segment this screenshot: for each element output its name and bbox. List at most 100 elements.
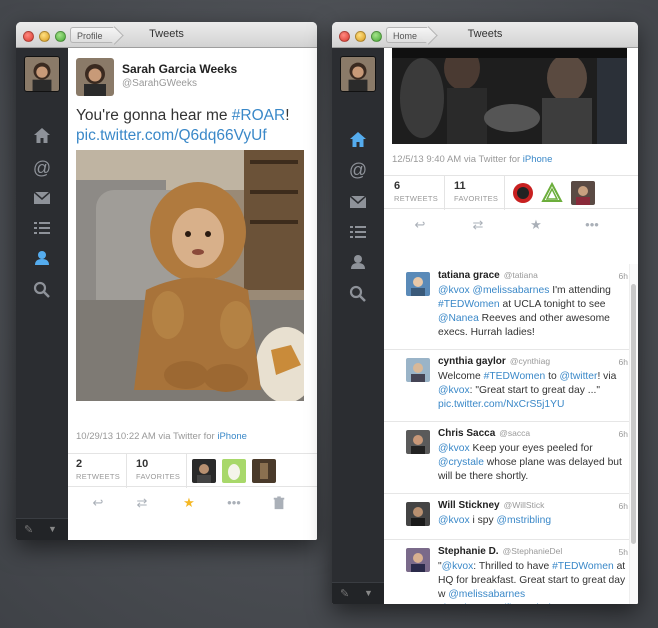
tweet-time[interactable]: 6h [619,429,628,439]
list-icon[interactable] [348,222,368,242]
retweets-stat[interactable]: 6 RETWEETS [394,180,438,203]
author-name[interactable]: Chris Sacca [438,428,495,439]
at-icon[interactable]: @ [348,160,368,180]
tweet-time[interactable]: 5h [619,547,628,557]
home-icon[interactable] [32,126,52,146]
entity-link[interactable]: #TEDWomen [552,561,614,572]
entity-link[interactable]: pic.twitter.com/fhE48dtEl1 [438,603,556,604]
person-icon[interactable] [32,248,52,268]
tweet-author-name[interactable]: tatiana grace @tatiana [438,270,538,281]
star-icon[interactable]: ★ [528,217,544,233]
timeline-tweet[interactable]: Chris Sacca @sacca 6h @kvox Keep your eyes … [384,422,638,494]
titlebar[interactable]: Home Tweets [332,22,638,48]
home-icon[interactable] [348,130,368,150]
home-window: Home Tweets @ ✎ ▼ 12/5/13 9:40 AM via Tw… [332,22,638,604]
tweet-avatar[interactable] [406,430,430,454]
favoriter-avatar[interactable] [511,181,535,205]
compose-icon[interactable]: ✎ [24,523,38,537]
at-icon[interactable]: @ [32,158,52,178]
favoriter-avatar[interactable] [222,459,246,483]
tweet-author-name[interactable]: Stephanie D. @StephanieDel [438,546,562,557]
entity-link[interactable]: @kvox [438,385,470,396]
retweets-stat[interactable]: 2 RETWEETS [76,458,120,481]
favoriter-avatar[interactable] [540,181,564,205]
retweet-icon[interactable]: ⇄ [134,495,150,511]
author-name[interactable]: cynthia gaylor [438,356,506,367]
envelope-icon[interactable] [348,192,368,212]
search-icon[interactable] [348,284,368,304]
entity-link[interactable]: @mstribling [497,515,552,526]
titlebar[interactable]: Profile Tweets [16,22,317,48]
author-name[interactable]: Will Stickney [438,500,500,511]
tweet-author-name[interactable]: Will Stickney @WillStick [438,500,544,511]
reply-icon[interactable]: ↩ [412,217,428,233]
search-icon[interactable] [32,280,52,300]
client-link[interactable]: iPhone [217,431,247,442]
author-handle[interactable]: @WillStick [504,500,545,510]
account-avatar[interactable] [24,56,60,92]
timeline-tweet[interactable]: Stephanie D. @StephanieDel 5h " @kvox: Thril… [384,540,638,604]
favoriter-avatar[interactable] [192,459,216,483]
timeline-tweet[interactable]: Will Stickney @WillStick 6h @kvox i spy @ms… [384,494,638,540]
entity-link[interactable]: @kvox [438,285,470,296]
favoriter-avatar[interactable] [252,459,276,483]
entity-link[interactable]: @Nanea [438,313,479,324]
entity-link[interactable]: @kvox [438,515,470,526]
favorites-stat[interactable]: 11 FAVORITES [454,180,498,203]
tweet-timestamp[interactable]: 12/5/13 9:40 AM [392,154,461,165]
tweet-time[interactable]: 6h [619,271,628,281]
timeline-tweet[interactable]: cynthia gaylor @cynthiag 6h Welcome #TEDWom… [384,350,638,422]
media-link[interactable]: pic.twitter.com/Q6dq66VyUf [76,127,267,144]
trash-icon[interactable] [271,495,287,511]
tweet-text: @kvox @melissabarnes I'm attending #TEDW… [438,284,628,340]
compose-icon[interactable]: ✎ [340,587,354,601]
tweet-avatar[interactable] [406,358,430,382]
tweet-time[interactable]: 6h [619,501,628,511]
chevron-down-icon[interactable]: ▼ [48,524,57,534]
more-icon[interactable]: ••• [584,217,600,233]
tweet-time[interactable]: 6h [619,357,628,367]
author-handle[interactable]: @StephanieDel [503,546,563,556]
entity-link[interactable]: @melissabarnes [473,285,550,296]
entity-link[interactable]: @twitter [560,371,598,382]
timeline-tweet[interactable]: tatiana grace @tatiana 6h @kvox @melissabar… [384,264,638,350]
favorites-stat[interactable]: 10 FAVORITES [136,458,180,481]
list-icon[interactable] [32,218,52,238]
tweet-author[interactable]: Sarah Garcia Weeks @SarahGWeeks [76,58,309,98]
author-handle[interactable]: @cynthiag [510,356,550,366]
tweet-timestamp[interactable]: 10/29/13 10:22 AM [76,431,156,442]
tweet-author-name[interactable]: Chris Sacca @sacca [438,428,530,439]
tweet-photo[interactable] [392,48,627,144]
retweet-icon[interactable]: ⇄ [470,217,486,233]
client-link[interactable]: iPhone [523,154,553,165]
entity-link[interactable]: #TEDWomen [438,299,500,310]
more-icon[interactable]: ••• [226,495,242,511]
reply-icon[interactable]: ↩ [90,495,106,511]
tweet-author-name[interactable]: cynthia gaylor @cynthiag [438,356,550,367]
account-avatar[interactable] [340,56,376,92]
author-name[interactable]: tatiana grace [438,270,500,281]
author-handle[interactable]: @tatiana [504,270,538,280]
entity-link[interactable]: pic.twitter.com/NxCrS5j1YU [438,399,564,410]
entity-link[interactable]: @kvox [438,443,470,454]
star-icon[interactable]: ★ [181,495,197,511]
entity-link[interactable]: @kvox [442,561,474,572]
hashtag-link[interactable]: #ROAR [232,107,285,124]
entity-link[interactable]: #TEDWomen [484,371,546,382]
favoriter-avatar[interactable] [571,181,595,205]
author-handle[interactable]: @sacca [499,428,530,438]
envelope-icon[interactable] [32,188,52,208]
tweet-photo[interactable] [76,150,304,401]
entity-link[interactable]: @crystale [438,457,484,468]
entity-link[interactable]: @melissabarnes [448,589,525,600]
author-avatar[interactable] [76,58,114,96]
retweets-count: 2 [76,458,83,470]
tweet-avatar[interactable] [406,548,430,572]
author-name[interactable]: Stephanie D. [438,546,499,557]
favorites-count: 10 [136,458,149,470]
person-icon[interactable] [348,252,368,272]
chevron-down-icon[interactable]: ▼ [364,588,373,598]
tweet-avatar[interactable] [406,502,430,526]
scrollbar-thumb[interactable] [631,284,636,544]
tweet-avatar[interactable] [406,272,430,296]
